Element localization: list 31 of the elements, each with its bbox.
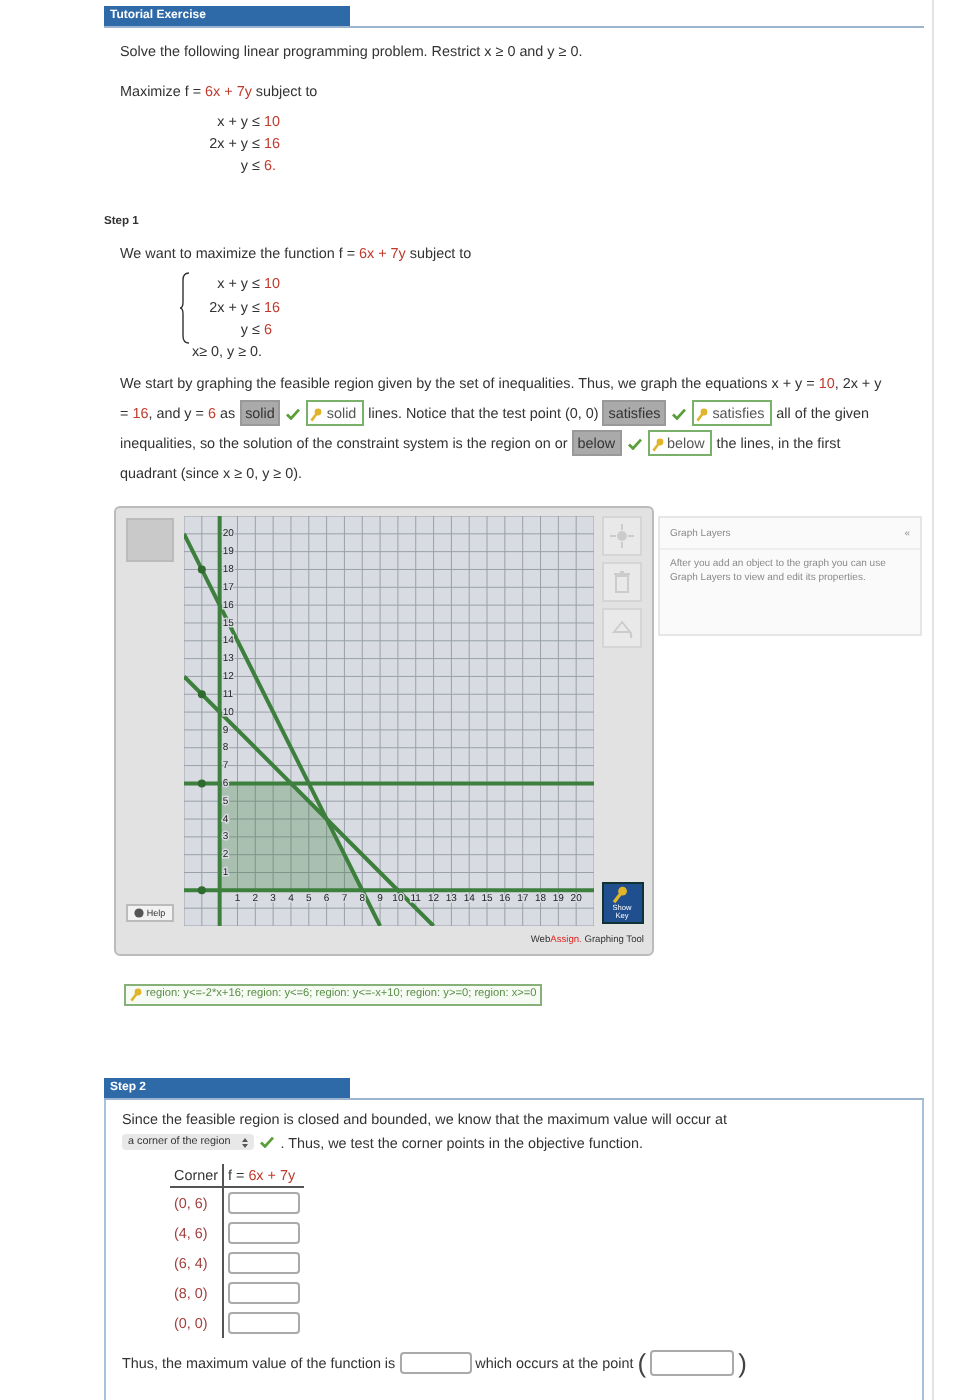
- value-input[interactable]: [227, 1191, 300, 1214]
- value-input[interactable]: [227, 1251, 300, 1274]
- line-handle[interactable]: [197, 564, 206, 573]
- parenthesis: (: [637, 1349, 647, 1376]
- key-icon: [310, 407, 323, 422]
- line-handle[interactable]: [197, 689, 206, 698]
- line-handle[interactable]: [197, 778, 206, 787]
- key-icon: [612, 885, 628, 904]
- graph-line[interactable]: [184, 674, 435, 926]
- line-handle[interactable]: [197, 885, 206, 894]
- key-icon: [651, 437, 664, 452]
- key-icon: [130, 987, 142, 1002]
- tool-button[interactable]: [126, 517, 174, 562]
- value-input[interactable]: [227, 1311, 300, 1334]
- feasible-region: [219, 782, 363, 890]
- curly-brace: [180, 272, 190, 345]
- value-input[interactable]: [399, 1351, 472, 1374]
- crosshair-icon: [610, 523, 634, 548]
- value-input[interactable]: [227, 1221, 300, 1244]
- graph-line[interactable]: [184, 532, 382, 926]
- parenthesis: ): [738, 1349, 747, 1376]
- dropdown-arrows-icon: [242, 1137, 249, 1148]
- graph-line[interactable]: [184, 887, 594, 892]
- key-icon: [696, 407, 709, 422]
- value-input[interactable]: [227, 1281, 300, 1304]
- graph-line[interactable]: [217, 515, 222, 926]
- graph-line[interactable]: [184, 780, 594, 785]
- fill-icon: [610, 615, 634, 640]
- trash-icon: [610, 569, 634, 594]
- point-input[interactable]: [650, 1349, 735, 1376]
- help-icon: [134, 907, 145, 918]
